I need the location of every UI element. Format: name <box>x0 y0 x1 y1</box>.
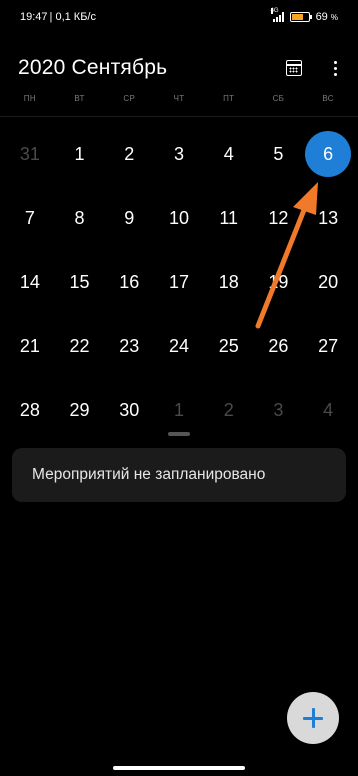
weekday-label: ЧТ <box>173 94 185 103</box>
day-cell[interactable]: 2 <box>204 378 254 442</box>
day-cell[interactable]: 15 <box>55 250 105 314</box>
day-cell[interactable]: 13 <box>303 186 353 250</box>
calendar-icon[interactable] <box>286 60 302 76</box>
status-left: 19:47 | 0,1 КБ/с <box>20 11 96 23</box>
weekday-label: ВТ <box>74 94 85 103</box>
divider <box>0 116 358 117</box>
header-actions <box>286 60 340 76</box>
network-type: 4G <box>270 8 279 14</box>
battery-value: 69 <box>315 11 328 23</box>
day-cell[interactable]: 29 <box>55 378 105 442</box>
weekday-label: ПН <box>23 94 36 103</box>
day-cell[interactable]: 30 <box>104 378 154 442</box>
today-marker: 6 <box>305 131 352 177</box>
day-cell[interactable]: 23 <box>104 314 154 378</box>
day-cell[interactable]: 8 <box>55 186 105 250</box>
status-time: 19:47 <box>20 11 48 23</box>
drag-handle[interactable] <box>168 432 190 436</box>
day-cell[interactable]: 18 <box>204 250 254 314</box>
weekday-header: ПН ВТ СР ЧТ ПТ СБ ВС <box>5 94 353 110</box>
day-cell[interactable]: 11 <box>204 186 254 250</box>
weekday-label: СБ <box>272 94 285 103</box>
events-panel: Мероприятий не запланировано <box>12 448 346 502</box>
plus-icon <box>303 708 323 728</box>
battery-percent: 69 % <box>316 11 338 23</box>
battery-level <box>291 14 303 20</box>
day-cell[interactable]: 10 <box>154 186 204 250</box>
weekday-label: СР <box>123 94 136 103</box>
day-cell-today[interactable]: 6 <box>303 122 353 186</box>
day-cell[interactable]: 4 <box>303 378 353 442</box>
day-cell[interactable]: 17 <box>154 250 204 314</box>
day-cell[interactable]: 21 <box>5 314 55 378</box>
day-cell[interactable]: 20 <box>303 250 353 314</box>
day-cell[interactable]: 22 <box>55 314 105 378</box>
day-cell[interactable]: 28 <box>5 378 55 442</box>
day-cell[interactable]: 25 <box>204 314 254 378</box>
day-cell[interactable]: 4 <box>204 122 254 186</box>
battery-unit: % <box>330 13 338 22</box>
home-indicator[interactable] <box>113 766 245 770</box>
month-grid: 31 1 2 3 4 5 6 7 8 9 10 11 12 13 14 15 16 17 18 19 20 21 22 23 2… <box>5 122 353 442</box>
status-speed: | 0,1 КБ/с <box>49 11 96 23</box>
day-cell[interactable]: 1 <box>55 122 105 186</box>
cellular-signal-icon: 4G <box>270 8 284 22</box>
day-cell[interactable]: 16 <box>104 250 154 314</box>
status-right: 4G 69 % <box>270 8 338 23</box>
day-cell[interactable]: 5 <box>254 122 304 186</box>
day-cell[interactable]: 3 <box>254 378 304 442</box>
more-vertical-icon[interactable] <box>330 60 340 76</box>
weekday-label: ВС <box>322 94 334 103</box>
day-cell[interactable]: 19 <box>254 250 304 314</box>
month-title[interactable]: 2020 Сентябрь <box>18 56 167 80</box>
day-cell[interactable]: 14 <box>5 250 55 314</box>
day-cell[interactable]: 3 <box>154 122 204 186</box>
battery-icon <box>289 12 312 22</box>
day-cell[interactable]: 27 <box>303 314 353 378</box>
day-cell[interactable]: 31 <box>5 122 55 186</box>
calendar-screen: 19:47 | 0,1 КБ/с 4G 69 % 2020 Сентябрь П… <box>0 0 358 776</box>
status-bar: 19:47 | 0,1 КБ/с 4G 69 % <box>0 0 358 34</box>
day-cell[interactable]: 24 <box>154 314 204 378</box>
day-cell[interactable]: 26 <box>254 314 304 378</box>
calendar-header: 2020 Сентябрь <box>0 52 358 84</box>
weekday-label: ПТ <box>223 94 235 103</box>
day-cell[interactable]: 12 <box>254 186 304 250</box>
day-cell[interactable]: 7 <box>5 186 55 250</box>
day-cell[interactable]: 2 <box>104 122 154 186</box>
no-events-label: Мероприятий не запланировано <box>32 466 266 483</box>
day-cell[interactable]: 9 <box>104 186 154 250</box>
add-event-button[interactable] <box>287 692 339 744</box>
